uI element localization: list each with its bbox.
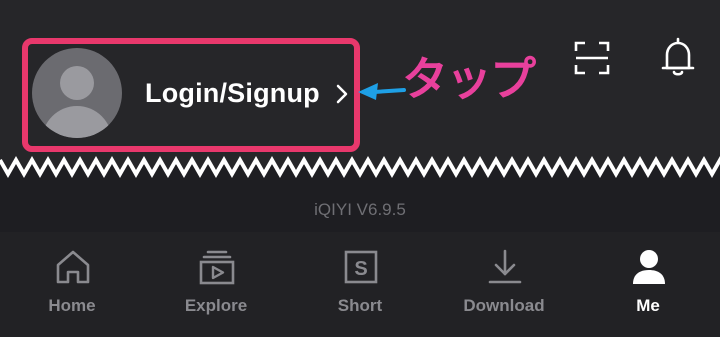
tab-home-label: Home <box>48 296 96 315</box>
zigzag-divider <box>0 155 720 190</box>
annotation-text: タップ <box>402 52 536 106</box>
scan-icon[interactable] <box>574 40 610 76</box>
tab-short-label: Short <box>337 296 383 315</box>
tab-download[interactable]: Download <box>434 232 574 337</box>
person-icon <box>633 250 665 284</box>
bottom-tab-bar: Home Explore S Short Download Me <box>0 232 720 337</box>
download-icon <box>488 249 522 284</box>
bell-icon[interactable] <box>660 36 696 78</box>
annotation-highlight-box <box>22 38 360 152</box>
tab-me-label: Me <box>636 296 660 315</box>
tab-explore[interactable]: Explore <box>146 232 286 337</box>
tab-explore-label: Explore <box>184 296 248 315</box>
home-icon <box>56 250 90 284</box>
tab-home[interactable]: Home <box>2 232 142 337</box>
annotation-arrow-icon <box>358 83 406 100</box>
tab-me[interactable]: Me <box>578 232 718 337</box>
svg-text:S: S <box>354 258 367 280</box>
tab-short[interactable]: S Short <box>290 232 430 337</box>
explore-icon <box>199 250 235 285</box>
short-icon: S <box>344 250 378 284</box>
app-version: iQIYI V6.9.5 <box>314 200 406 219</box>
tab-download-label: Download <box>463 296 545 315</box>
